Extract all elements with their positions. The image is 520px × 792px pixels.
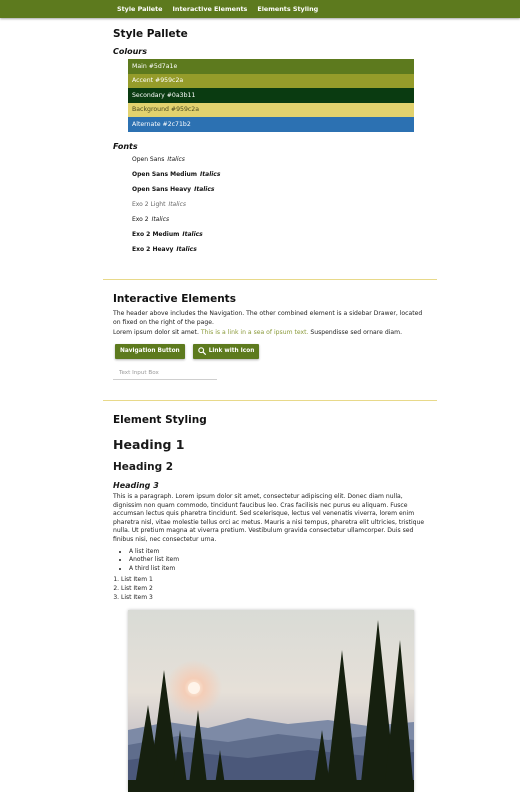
link-paragraph: Lorem ipsum dolor sit amet. This is a li… xyxy=(113,329,425,338)
sunset-forest-image xyxy=(128,610,414,792)
heading-1-sample: Heading 1 xyxy=(113,437,185,452)
element-styling-section: Element Styling Heading 1 Heading 2 Head… xyxy=(113,414,431,602)
interactive-description: The header above includes the Navigation… xyxy=(113,310,423,326)
swatch-secondary: Secondary #0a3b11 xyxy=(128,88,414,103)
swatch-secondary-label: Secondary #0a3b11 xyxy=(132,91,196,99)
font-sample-exo2-heavy: Exo 2 Heavy Italics xyxy=(113,242,425,257)
font-name: Exo 2 Light xyxy=(132,200,166,208)
colours-heading: Colours xyxy=(113,47,148,56)
unordered-list: A list item Another list item A third li… xyxy=(113,548,431,574)
link-paragraph-lead: Lorem ipsum dolor sit amet. xyxy=(113,329,199,337)
style-pallete-title: Style Pallete xyxy=(113,28,188,40)
swatch-accent: Accent #959c2a xyxy=(128,73,414,88)
interactive-elements-section: Interactive Elements The header above in… xyxy=(113,293,425,381)
element-styling-title: Element Styling xyxy=(113,414,207,426)
swatch-main: Main #5d7a1e xyxy=(128,59,414,74)
font-name: Open Sans xyxy=(132,155,165,163)
link-with-icon-button[interactable]: Link with Icon xyxy=(192,343,260,359)
font-sample-exo2: Exo 2 Italics xyxy=(113,212,425,227)
heading-3-sample: Heading 3 xyxy=(113,481,159,490)
list-item: List Item 3 xyxy=(121,594,431,603)
font-italic-sample: Italics xyxy=(167,155,185,163)
inline-text-link[interactable]: This is a link in a sea of ipsum text. xyxy=(201,329,309,336)
top-navigation-bar: Style Pallete Interactive Elements Eleme… xyxy=(0,0,520,18)
list-item: List Item 2 xyxy=(121,585,431,594)
list-item: A third list item xyxy=(129,565,431,574)
font-sample-list: Open Sans Italics Open Sans Medium Italics… xyxy=(113,152,425,257)
ordered-list: List Item 1 List Item 2 List Item 3 xyxy=(113,576,431,602)
font-name: Exo 2 Medium xyxy=(132,230,180,238)
list-item: List Item 1 xyxy=(121,576,431,585)
font-name: Exo 2 Heavy xyxy=(132,245,174,253)
swatch-accent-label: Accent #959c2a xyxy=(132,77,184,85)
main-content: Style Pallete Colours Main #5d7a1e Accen… xyxy=(113,18,425,257)
navigation-button[interactable]: Navigation Button xyxy=(115,343,185,359)
interactive-elements-title: Interactive Elements xyxy=(113,293,236,305)
heading-2-sample: Heading 2 xyxy=(113,461,174,473)
nav-link-style-pallete[interactable]: Style Pallete xyxy=(117,5,163,13)
search-icon xyxy=(197,347,206,356)
swatch-alternate: Alternate #2c71b2 xyxy=(128,117,414,132)
paragraph-sample: This is a paragraph. Lorem ipsum dolor s… xyxy=(113,493,425,543)
swatch-background-label: Background #959c2a xyxy=(132,106,200,114)
swatch-main-label: Main #5d7a1e xyxy=(132,62,178,70)
font-name: Open Sans Heavy xyxy=(132,185,192,193)
link-with-icon-label: Link with Icon xyxy=(208,348,255,355)
list-item: A list item xyxy=(129,548,431,557)
landscape-photo xyxy=(128,610,414,792)
text-input-box[interactable] xyxy=(113,366,217,381)
font-sample-open-sans: Open Sans Italics xyxy=(113,152,425,167)
font-italic-sample: Italics xyxy=(200,170,221,178)
font-name: Exo 2 xyxy=(132,215,149,223)
section-divider xyxy=(103,400,437,401)
font-sample-exo2-medium: Exo 2 Medium Italics xyxy=(113,227,425,242)
colour-swatch-list: Main #5d7a1e Accent #959c2a Secondary #0… xyxy=(113,59,425,132)
font-sample-open-sans-medium: Open Sans Medium Italics xyxy=(113,167,425,182)
nav-link-interactive-elements[interactable]: Interactive Elements xyxy=(173,5,248,13)
list-item: Another list item xyxy=(129,556,431,565)
font-italic-sample: Italics xyxy=(182,230,203,238)
fonts-heading: Fonts xyxy=(113,141,138,151)
nav-link-elements-styling[interactable]: Elements Styling xyxy=(257,5,318,13)
swatch-background: Background #959c2a xyxy=(128,102,414,117)
font-italic-sample: Italics xyxy=(168,200,186,208)
button-row: Navigation Button Link with Icon xyxy=(115,343,425,359)
font-name: Open Sans Medium xyxy=(132,170,198,178)
font-italic-sample: Italics xyxy=(194,185,215,193)
main-nav: Style Pallete Interactive Elements Eleme… xyxy=(117,0,328,18)
link-paragraph-tail: Suspendisse sed ornare diam. xyxy=(310,329,403,337)
font-italic-sample: Italics xyxy=(176,245,197,253)
style-pallete-section: Style Pallete Colours Main #5d7a1e Accen… xyxy=(113,28,425,257)
font-sample-open-sans-heavy: Open Sans Heavy Italics xyxy=(113,182,425,197)
font-sample-exo2-light: Exo 2 Light Italics xyxy=(113,197,425,212)
font-italic-sample: Italics xyxy=(151,215,170,223)
swatch-alternate-label: Alternate #2c71b2 xyxy=(132,120,191,128)
section-divider xyxy=(103,279,437,280)
